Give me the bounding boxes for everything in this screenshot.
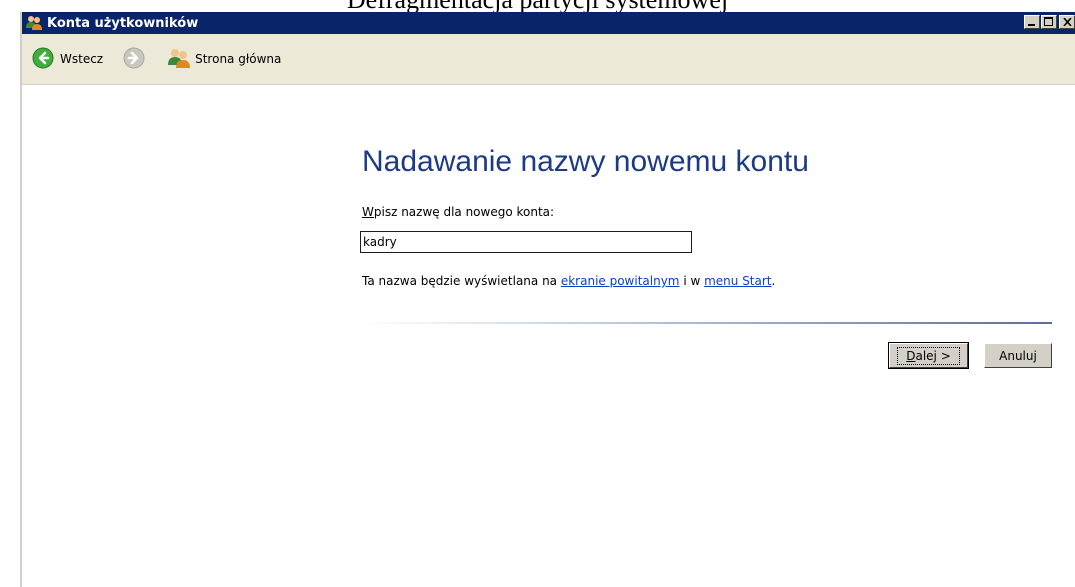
close-icon[interactable] — [1059, 15, 1075, 29]
separator-line — [362, 322, 1052, 324]
next-text: alej > — [915, 348, 951, 363]
info-text: Ta nazwa będzie wyświetlana na ekranie p… — [362, 274, 775, 288]
label-text: pisz nazwę dla nowego konta: — [373, 205, 555, 219]
start-menu-link[interactable]: menu Start — [704, 274, 771, 288]
minimize-icon[interactable] — [1024, 15, 1040, 29]
label-accelerator: W — [362, 205, 374, 219]
users-icon — [25, 15, 43, 31]
navigation-toolbar: Wstecz Strona główna — [22, 34, 1075, 85]
cancel-button[interactable]: Anuluj — [984, 343, 1052, 368]
window-controls — [1023, 15, 1075, 29]
info-middle: i w — [679, 274, 705, 288]
back-button[interactable]: Wstecz — [32, 44, 103, 74]
window-title: Konta użytkowników — [47, 15, 199, 31]
wizard-content: Nadawanie nazwy nowemu kontu Wpisz nazwę… — [22, 85, 1075, 587]
user-accounts-window: Konta użytkowników Wstecz Strona główna … — [20, 12, 1075, 587]
back-label: Wstecz — [60, 52, 104, 66]
page-title: Nadawanie nazwy nowemu kontu — [362, 145, 809, 178]
welcome-screen-link[interactable]: ekranie powitalnym — [561, 274, 680, 288]
document-heading: Defragmentacja partycji systemowej — [0, 0, 1075, 12]
maximize-icon[interactable] — [1041, 15, 1057, 29]
forward-button[interactable] — [123, 44, 145, 74]
next-button[interactable]: Dalej > — [888, 342, 969, 369]
back-arrow-icon — [32, 47, 54, 72]
title-bar[interactable]: Konta użytkowników — [22, 12, 1075, 34]
account-name-input[interactable] — [360, 231, 692, 253]
info-suffix: . — [771, 274, 776, 288]
users-home-icon — [167, 47, 191, 72]
home-label: Strona główna — [195, 52, 282, 66]
home-button[interactable]: Strona główna — [167, 44, 281, 74]
info-prefix: Ta nazwa będzie wyświetlana na — [362, 274, 561, 288]
account-name-label: Wpisz nazwę dla nowego konta: — [362, 205, 554, 219]
forward-arrow-icon — [123, 47, 145, 72]
next-button-label: Dalej > — [897, 346, 960, 365]
